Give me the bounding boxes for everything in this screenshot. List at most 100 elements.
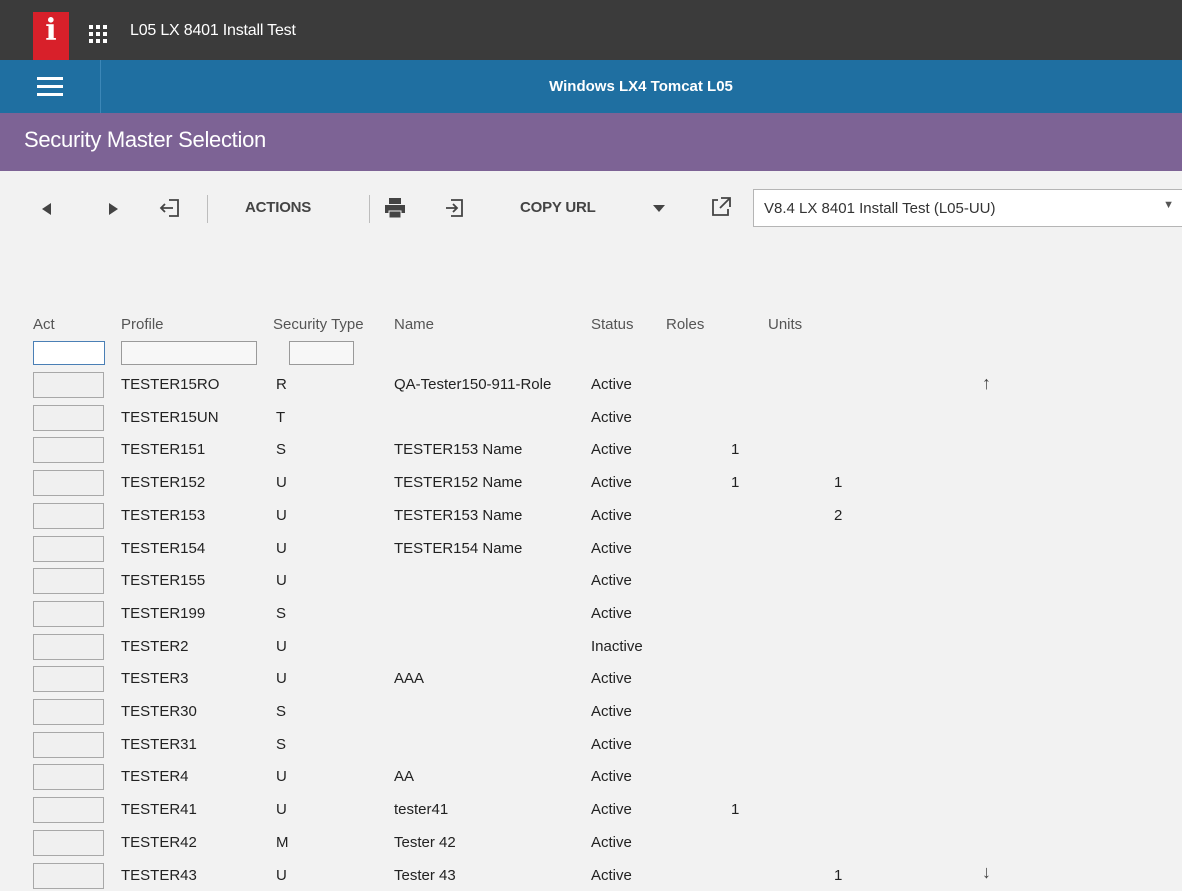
cell-profile: TESTER154 <box>121 539 206 557</box>
cell-type: U <box>276 506 287 524</box>
act-input[interactable] <box>33 862 104 889</box>
column-header-roles[interactable]: Roles <box>666 316 704 333</box>
act-input[interactable] <box>33 797 104 824</box>
cell-profile: TESTER155 <box>121 572 206 590</box>
table-row[interactable]: TESTER30 S Active <box>0 695 1182 727</box>
column-header-security-type[interactable]: Security Type <box>273 316 364 333</box>
act-input[interactable] <box>33 470 104 497</box>
cell-roles: 1 <box>731 801 740 819</box>
cell-profile: TESTER2 <box>121 637 189 655</box>
act-input[interactable] <box>33 731 104 758</box>
cell-type: U <box>276 670 287 688</box>
actions-button[interactable]: ACTIONS <box>245 199 311 216</box>
cell-status: Active <box>591 539 632 557</box>
arrow-down-icon[interactable]: ↓ <box>982 862 991 883</box>
environment-title: Windows LX4 Tomcat L05 <box>549 78 733 95</box>
cell-type: M <box>276 833 289 851</box>
cell-roles: 1 <box>731 441 740 459</box>
cell-status: Active <box>591 735 632 753</box>
profile-filter-input[interactable] <box>121 341 257 365</box>
cell-name: Tester 42 <box>394 833 456 851</box>
table-row[interactable]: TESTER41 Utester41 Active 1 <box>0 793 1182 825</box>
act-input[interactable] <box>33 633 104 660</box>
cell-status: Active <box>591 866 632 884</box>
print-icon[interactable] <box>384 197 406 219</box>
export-icon[interactable] <box>445 197 465 219</box>
act-input[interactable] <box>33 666 104 693</box>
toolbar-divider <box>369 195 370 223</box>
cell-status: Active <box>591 572 632 590</box>
act-input[interactable] <box>33 568 104 595</box>
cell-status: Active <box>591 376 632 393</box>
arrow-left-icon[interactable] <box>42 203 52 215</box>
cell-profile: TESTER3 <box>121 670 189 688</box>
cell-type: U <box>276 637 287 655</box>
cell-status: Active <box>591 474 632 492</box>
act-input[interactable] <box>33 437 104 464</box>
table-row[interactable]: TESTER15RO R QA-Tester150-911-Role Active <box>0 368 1182 400</box>
cell-type: U <box>276 768 287 786</box>
cell-type: S <box>276 441 287 459</box>
table-row[interactable]: TESTER2 U Inactive <box>0 630 1182 662</box>
table-row[interactable]: TESTER31 S Active <box>0 728 1182 760</box>
version-select[interactable]: V8.4 LX 8401 Install Test (L05-UU) ▼ <box>753 189 1182 227</box>
table-row[interactable]: TESTER151 S TESTER153 Name Active 1 <box>0 433 1182 465</box>
column-header-status[interactable]: Status <box>591 316 634 333</box>
exit-icon[interactable] <box>159 198 181 218</box>
app-logo[interactable]: i <box>33 12 69 60</box>
logo-letter: i <box>45 13 57 48</box>
cell-roles: 1 <box>731 474 740 492</box>
cell-name: TESTER153 Name <box>394 506 523 524</box>
cell-name: TESTER152 Name <box>394 474 523 492</box>
table-row[interactable]: TESTER43 U Tester 43 Active 1 <box>0 859 1182 891</box>
act-input[interactable] <box>33 535 104 562</box>
cell-type: S <box>276 735 287 753</box>
cell-units: 1 <box>834 866 843 884</box>
act-input[interactable] <box>33 600 104 627</box>
copy-url-button[interactable]: COPY URL <box>520 199 596 216</box>
cell-name: AA <box>394 768 415 786</box>
act-input[interactable] <box>33 829 104 856</box>
cell-profile: TESTER153 <box>121 506 206 524</box>
arrow-up-icon[interactable]: ↑ <box>982 373 991 394</box>
act-input[interactable] <box>33 764 104 791</box>
security-type-filter-input[interactable] <box>289 341 354 365</box>
arrow-right-icon[interactable] <box>108 203 118 215</box>
cell-type: U <box>276 572 287 590</box>
act-input[interactable] <box>33 699 104 725</box>
cell-units: 1 <box>834 474 843 492</box>
cell-status: Active <box>591 408 632 426</box>
open-external-icon[interactable] <box>710 196 732 218</box>
act-input[interactable] <box>33 502 104 529</box>
cell-status: Active <box>591 801 632 819</box>
cell-profile: TESTER15UN <box>121 408 219 426</box>
table-row[interactable]: TESTER15UN T Active <box>0 401 1182 433</box>
cell-type: U <box>276 539 287 557</box>
table-row[interactable]: TESTER3 U AAA Active <box>0 662 1182 694</box>
hamburger-menu-icon[interactable] <box>0 60 101 113</box>
cell-profile: TESTER31 <box>121 735 197 753</box>
chevron-down-icon[interactable] <box>653 205 665 213</box>
table-row[interactable]: TESTER199 S Active <box>0 597 1182 629</box>
table-row[interactable]: TESTER155 U Active <box>0 564 1182 596</box>
toolbar-divider <box>207 195 208 223</box>
cell-status: Active <box>591 441 632 459</box>
act-input[interactable] <box>33 404 104 431</box>
table-row[interactable]: TESTER152 U TESTER152 Name Active 1 1 <box>0 466 1182 498</box>
app-grid-icon[interactable] <box>89 25 107 43</box>
page-title: Security Master Selection <box>24 127 266 152</box>
table-row[interactable]: TESTER42 M Tester 42 Active <box>0 826 1182 858</box>
column-header-profile[interactable]: Profile <box>121 316 164 333</box>
act-filter-input[interactable] <box>33 341 105 365</box>
column-header-name[interactable]: Name <box>394 316 434 333</box>
table-row[interactable]: TESTER4 U AA Active <box>0 760 1182 792</box>
act-input[interactable] <box>33 372 104 398</box>
table-row[interactable]: TESTER153 U TESTER153 Name Active 2 <box>0 499 1182 531</box>
cell-profile: TESTER42 <box>121 833 197 851</box>
cell-units: 2 <box>834 506 843 524</box>
table-row[interactable]: TESTER154 U TESTER154 Name Active <box>0 532 1182 564</box>
cell-type: U <box>276 866 287 884</box>
cell-name: Tester 43 <box>394 866 456 884</box>
chevron-down-icon: ▼ <box>1163 199 1174 211</box>
column-header-units[interactable]: Units <box>768 316 802 333</box>
